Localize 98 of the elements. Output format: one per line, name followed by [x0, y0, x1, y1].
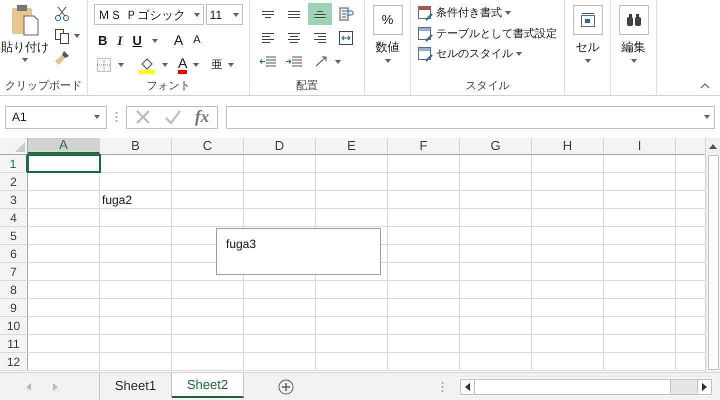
row-header[interactable]: 4: [0, 209, 28, 226]
group-label: 配置: [296, 78, 318, 94]
caret-icon: [22, 58, 28, 62]
add-sheet-icon[interactable]: [278, 378, 294, 394]
row-header[interactable]: 11: [0, 335, 28, 352]
formula-field[interactable]: [226, 106, 715, 128]
grid-icon: [580, 12, 596, 28]
scroll-up-icon[interactable]: [709, 144, 717, 149]
text-box[interactable]: fuga3: [216, 228, 381, 275]
caret-icon: [335, 60, 341, 64]
active-cell[interactable]: [27, 154, 101, 173]
phonetic-button[interactable]: 亜: [211, 56, 222, 74]
caret-icon: [194, 12, 200, 16]
caret-icon: [152, 38, 158, 42]
grip-icon: [115, 111, 118, 123]
wrap-text-icon: [338, 6, 354, 22]
brush-icon[interactable]: [54, 50, 70, 66]
align-left-icon: [262, 33, 274, 43]
group-label: クリップボード: [5, 78, 82, 94]
caret-icon: [162, 63, 168, 67]
fill-color-icon[interactable]: [138, 56, 156, 74]
row-header[interactable]: 6: [0, 245, 28, 262]
caret-icon: [193, 63, 200, 67]
caret-icon: [704, 115, 710, 119]
caret-icon: [94, 115, 100, 119]
style-menu-button[interactable]: セルのスタイル: [417, 46, 558, 62]
sheet-tab[interactable]: Sheet2: [172, 373, 244, 398]
merge-cells-icon: [338, 30, 354, 46]
clipboard-icon: [10, 4, 40, 36]
font-size-field[interactable]: 11: [206, 4, 243, 25]
editing-label[interactable]: 編集: [622, 38, 646, 56]
grip-icon: [441, 380, 444, 392]
name-box[interactable]: A1: [5, 106, 107, 128]
font-name-field[interactable]: ＭＳ Ｐゴシック: [94, 4, 204, 25]
align-bottom-icon: [314, 10, 326, 18]
scroll-right-icon[interactable]: [702, 382, 707, 390]
font-color-button[interactable]: A: [178, 56, 188, 74]
number-label[interactable]: 数値: [376, 38, 400, 56]
italic-button[interactable]: I: [117, 30, 122, 50]
row-header[interactable]: 3: [0, 191, 28, 208]
column-header[interactable]: I: [604, 138, 676, 154]
vertical-scrollbar[interactable]: [705, 138, 720, 372]
insert-function-button[interactable]: fx: [195, 104, 210, 130]
checkmark-icon[interactable]: [165, 109, 181, 125]
binoculars-icon: [626, 13, 642, 27]
border-icon[interactable]: [96, 57, 112, 73]
cells-label[interactable]: セル: [576, 38, 600, 56]
table-cell: fuga2: [100, 191, 172, 208]
caret-icon: [384, 59, 390, 63]
caret-icon: [630, 59, 636, 63]
caret-icon: [516, 52, 522, 56]
column-header[interactable]: B: [100, 138, 172, 154]
percent-button[interactable]: %: [372, 5, 402, 35]
bold-button[interactable]: B: [98, 30, 108, 50]
paintbrush-grid-icon: [417, 46, 433, 62]
copy-icon[interactable]: [54, 28, 70, 44]
row-header[interactable]: 7: [0, 263, 28, 280]
paintbrush-grid-icon: [417, 26, 433, 42]
row-header[interactable]: 10: [0, 317, 28, 334]
paste-button[interactable]: 貼り付け: [0, 4, 50, 77]
shrink-font-button[interactable]: A: [193, 32, 201, 49]
style-menu-button[interactable]: 条件付き書式: [417, 5, 558, 22]
row-header[interactable]: 9: [0, 299, 28, 316]
cells-button[interactable]: [572, 5, 602, 35]
column-header[interactable]: E: [316, 138, 388, 154]
caret-icon: [505, 11, 511, 16]
scroll-left-icon[interactable]: [465, 382, 470, 390]
style-menu-button[interactable]: テーブルとして書式設定: [417, 26, 558, 42]
row-header[interactable]: 1: [0, 155, 28, 172]
group-label: フォント: [146, 78, 190, 94]
column-header[interactable]: A: [28, 138, 100, 154]
collapse-ribbon-icon[interactable]: [700, 83, 710, 89]
row-header[interactable]: 8: [0, 281, 28, 298]
column-header[interactable]: G: [460, 138, 532, 154]
horizontal-scrollbar[interactable]: [460, 378, 712, 394]
caret-icon: [228, 63, 234, 67]
caret-icon: [233, 12, 239, 16]
row-header[interactable]: 5: [0, 227, 28, 244]
column-header[interactable]: C: [172, 138, 244, 154]
table-icon: [417, 5, 433, 22]
caret-icon: [74, 34, 80, 38]
caret-icon: [118, 63, 124, 67]
column-header[interactable]: H: [532, 138, 604, 154]
grow-font-button[interactable]: A: [174, 30, 184, 51]
column-header[interactable]: F: [388, 138, 460, 154]
group-label: スタイル: [466, 78, 510, 94]
align-middle-icon: [288, 10, 300, 18]
editing-button[interactable]: [618, 5, 648, 35]
row-header[interactable]: 12: [0, 353, 28, 370]
align-bottom-button[interactable]: [308, 3, 332, 25]
scissors-icon[interactable]: [54, 6, 70, 22]
column-header[interactable]: D: [244, 138, 316, 154]
caret-icon: [584, 59, 590, 63]
align-right-icon: [314, 33, 326, 43]
align-center-icon: [288, 33, 300, 43]
align-top-icon: [262, 10, 274, 18]
row-header[interactable]: 2: [0, 173, 28, 190]
underline-button[interactable]: U: [132, 30, 142, 50]
